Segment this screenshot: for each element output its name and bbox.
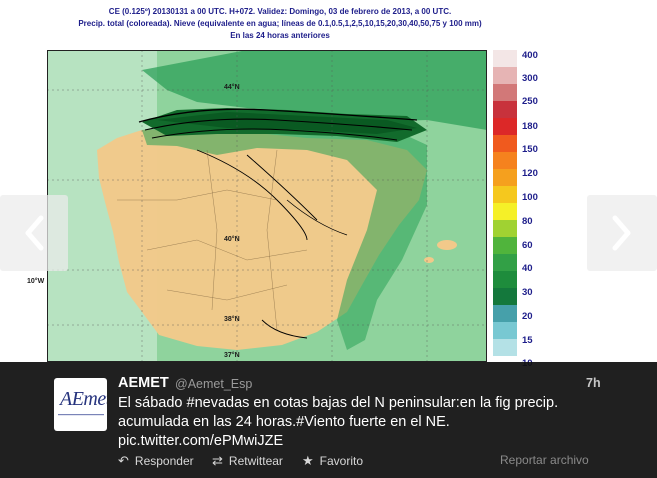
favorite-button[interactable]: ★ Favorito [302,453,363,469]
scale-swatch [493,305,517,323]
precip-color-scale [493,50,517,356]
map-header-line2: Precip. total (coloreada). Nieve (equiva… [78,19,482,28]
scale-label-40: 40 [522,263,533,274]
scale-label-300: 300 [522,73,538,84]
retweet-label: Retwittear [228,454,283,468]
media-viewer: CE (0.125º) 20130131 a 00 UTC. H+072. Va… [0,0,657,478]
tweet-caption-panel: AEmet AEMET @Aemet_Esp 7h El sábado #nev… [0,362,657,478]
lat-label-37n: 37°N [224,352,240,359]
avatar-subline [58,414,104,416]
scale-swatch [493,288,517,306]
favorite-label: Favorito [319,454,364,468]
scale-label-20: 20 [522,311,533,322]
scale-swatch [493,50,517,68]
reply-label: Responder [134,454,194,468]
author-name[interactable]: AEMET [118,375,169,391]
scale-label-150: 150 [522,144,538,155]
scale-label-180: 180 [522,121,538,132]
scale-swatch [493,118,517,136]
retweet-icon: ⇄ [212,453,223,468]
scale-label-60: 60 [522,240,533,251]
scale-swatch [493,84,517,102]
scale-swatch [493,322,517,340]
scale-swatch [493,339,517,356]
scale-swatch [493,135,517,153]
tweet-text-line1: El sábado #nevadas en cotas bajas del N … [118,395,559,411]
scale-swatch [493,152,517,170]
reply-button[interactable]: ↶ Responder [118,453,194,469]
star-icon: ★ [302,453,314,468]
lat-label-38n: 38°N [224,316,240,323]
scale-swatch [493,254,517,272]
chevron-right-icon [612,215,631,251]
reply-icon: ↶ [118,453,129,468]
lon-label-10w: 10°W [27,278,45,285]
scale-swatch [493,203,517,221]
chevron-left-icon [25,215,44,251]
scale-swatch [493,101,517,119]
report-media-link[interactable]: Reportar archivo [500,453,589,467]
lat-label-44n: 44°N [224,84,240,91]
tweet-media-link[interactable]: pic.twitter.com/ePMwiJZE [118,433,283,449]
next-media-button[interactable] [587,195,657,271]
precipitation-map [47,50,487,362]
avatar-logo-text: AEmet [60,388,107,410]
scale-swatch [493,237,517,255]
map-header-line3: En las 24 horas anteriores [230,31,330,40]
scale-label-15: 15 [522,335,533,346]
scale-label-100: 100 [522,192,538,203]
scale-label-120: 120 [522,168,538,179]
tweet-text-line2: acumulada en las 24 horas.#Viento fuerte… [118,414,450,430]
scale-label-30: 30 [522,287,533,298]
tweet-timestamp[interactable]: 7h [586,376,601,390]
scale-swatch [493,271,517,289]
map-header-line1: CE (0.125º) 20130131 a 00 UTC. H+072. Va… [108,7,452,16]
lat-label-40n: 40°N [224,236,240,243]
avatar[interactable]: AEmet [54,378,107,431]
scale-swatch [493,186,517,204]
scale-swatch [493,220,517,238]
author-handle[interactable]: @Aemet_Esp [175,377,252,391]
scale-label-80: 80 [522,216,533,227]
scale-label-400: 400 [522,50,538,61]
scale-label-250: 250 [522,96,538,107]
scale-swatch [493,169,517,187]
scale-swatch [493,67,517,85]
retweet-button[interactable]: ⇄ Retwittear [212,453,283,469]
previous-media-button[interactable] [0,195,68,271]
